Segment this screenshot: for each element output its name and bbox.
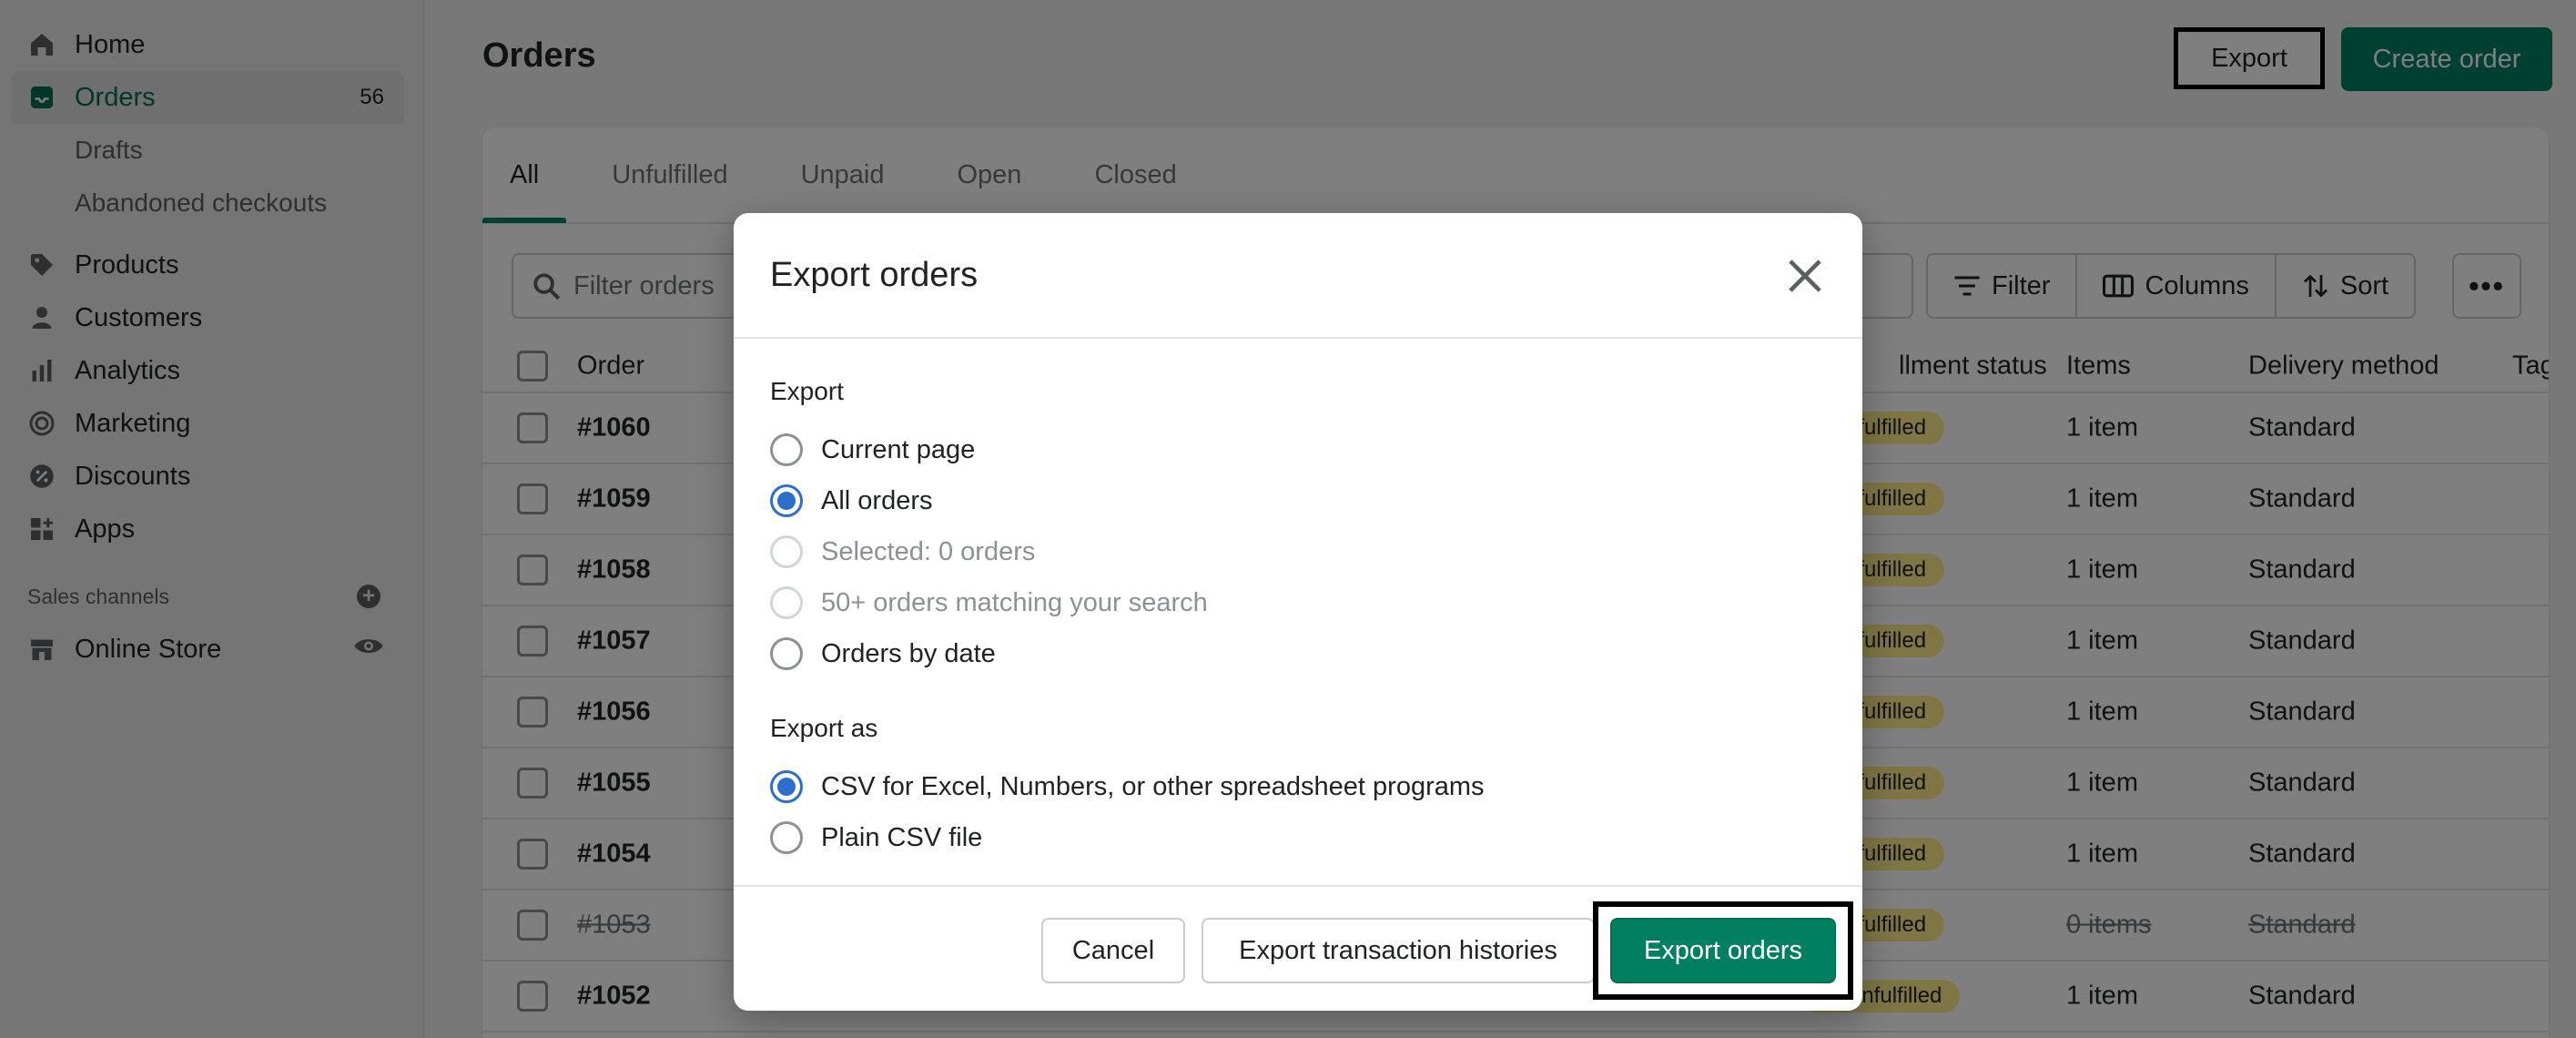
radio-button[interactable] bbox=[770, 637, 803, 670]
export-orders-highlight: Export orders bbox=[1593, 901, 1853, 1000]
radio-matching-search: 50+ orders matching your search bbox=[770, 577, 1826, 628]
radio-csv-excel[interactable]: CSV for Excel, Numbers, or other spreads… bbox=[770, 761, 1826, 812]
radio-plain-csv[interactable]: Plain CSV file bbox=[770, 812, 1826, 863]
radio-orders-by-date[interactable]: Orders by date bbox=[770, 628, 1826, 679]
radio-label: Plain CSV file bbox=[821, 822, 983, 852]
radio-button bbox=[770, 586, 803, 619]
radio-button bbox=[770, 535, 803, 568]
radio-current-page[interactable]: Current page bbox=[770, 424, 1826, 475]
close-icon[interactable] bbox=[1784, 255, 1826, 297]
radio-button[interactable] bbox=[770, 433, 803, 466]
radio-label: Orders by date bbox=[821, 638, 996, 668]
radio-button[interactable] bbox=[770, 821, 803, 854]
radio-button[interactable] bbox=[770, 484, 803, 517]
radio-selected-orders: Selected: 0 orders bbox=[770, 526, 1826, 577]
radio-all-orders[interactable]: All orders bbox=[770, 475, 1826, 526]
radio-label: Current page bbox=[821, 434, 976, 464]
radio-label: All orders bbox=[821, 485, 933, 515]
cancel-button[interactable]: Cancel bbox=[1041, 918, 1185, 983]
export-scope-label: Export bbox=[770, 377, 844, 405]
dialog-title: Export orders bbox=[770, 255, 979, 294]
radio-button[interactable] bbox=[770, 770, 803, 803]
dialog-header: Export orders bbox=[734, 213, 1862, 339]
dialog-footer: Cancel Export transaction histories Expo… bbox=[734, 885, 1862, 1011]
export-orders-button[interactable]: Export orders bbox=[1610, 918, 1836, 983]
dialog-body: Export Current page All orders Selected:… bbox=[734, 339, 1862, 863]
export-orders-dialog: Export orders Export Current page All or… bbox=[734, 213, 1862, 1011]
radio-label: CSV for Excel, Numbers, or other spreads… bbox=[821, 771, 1485, 801]
radio-label: Selected: 0 orders bbox=[821, 536, 1036, 566]
export-transaction-histories-button[interactable]: Export transaction histories bbox=[1202, 918, 1595, 983]
radio-label: 50+ orders matching your search bbox=[821, 587, 1208, 617]
export-format-label: Export as bbox=[770, 714, 878, 742]
